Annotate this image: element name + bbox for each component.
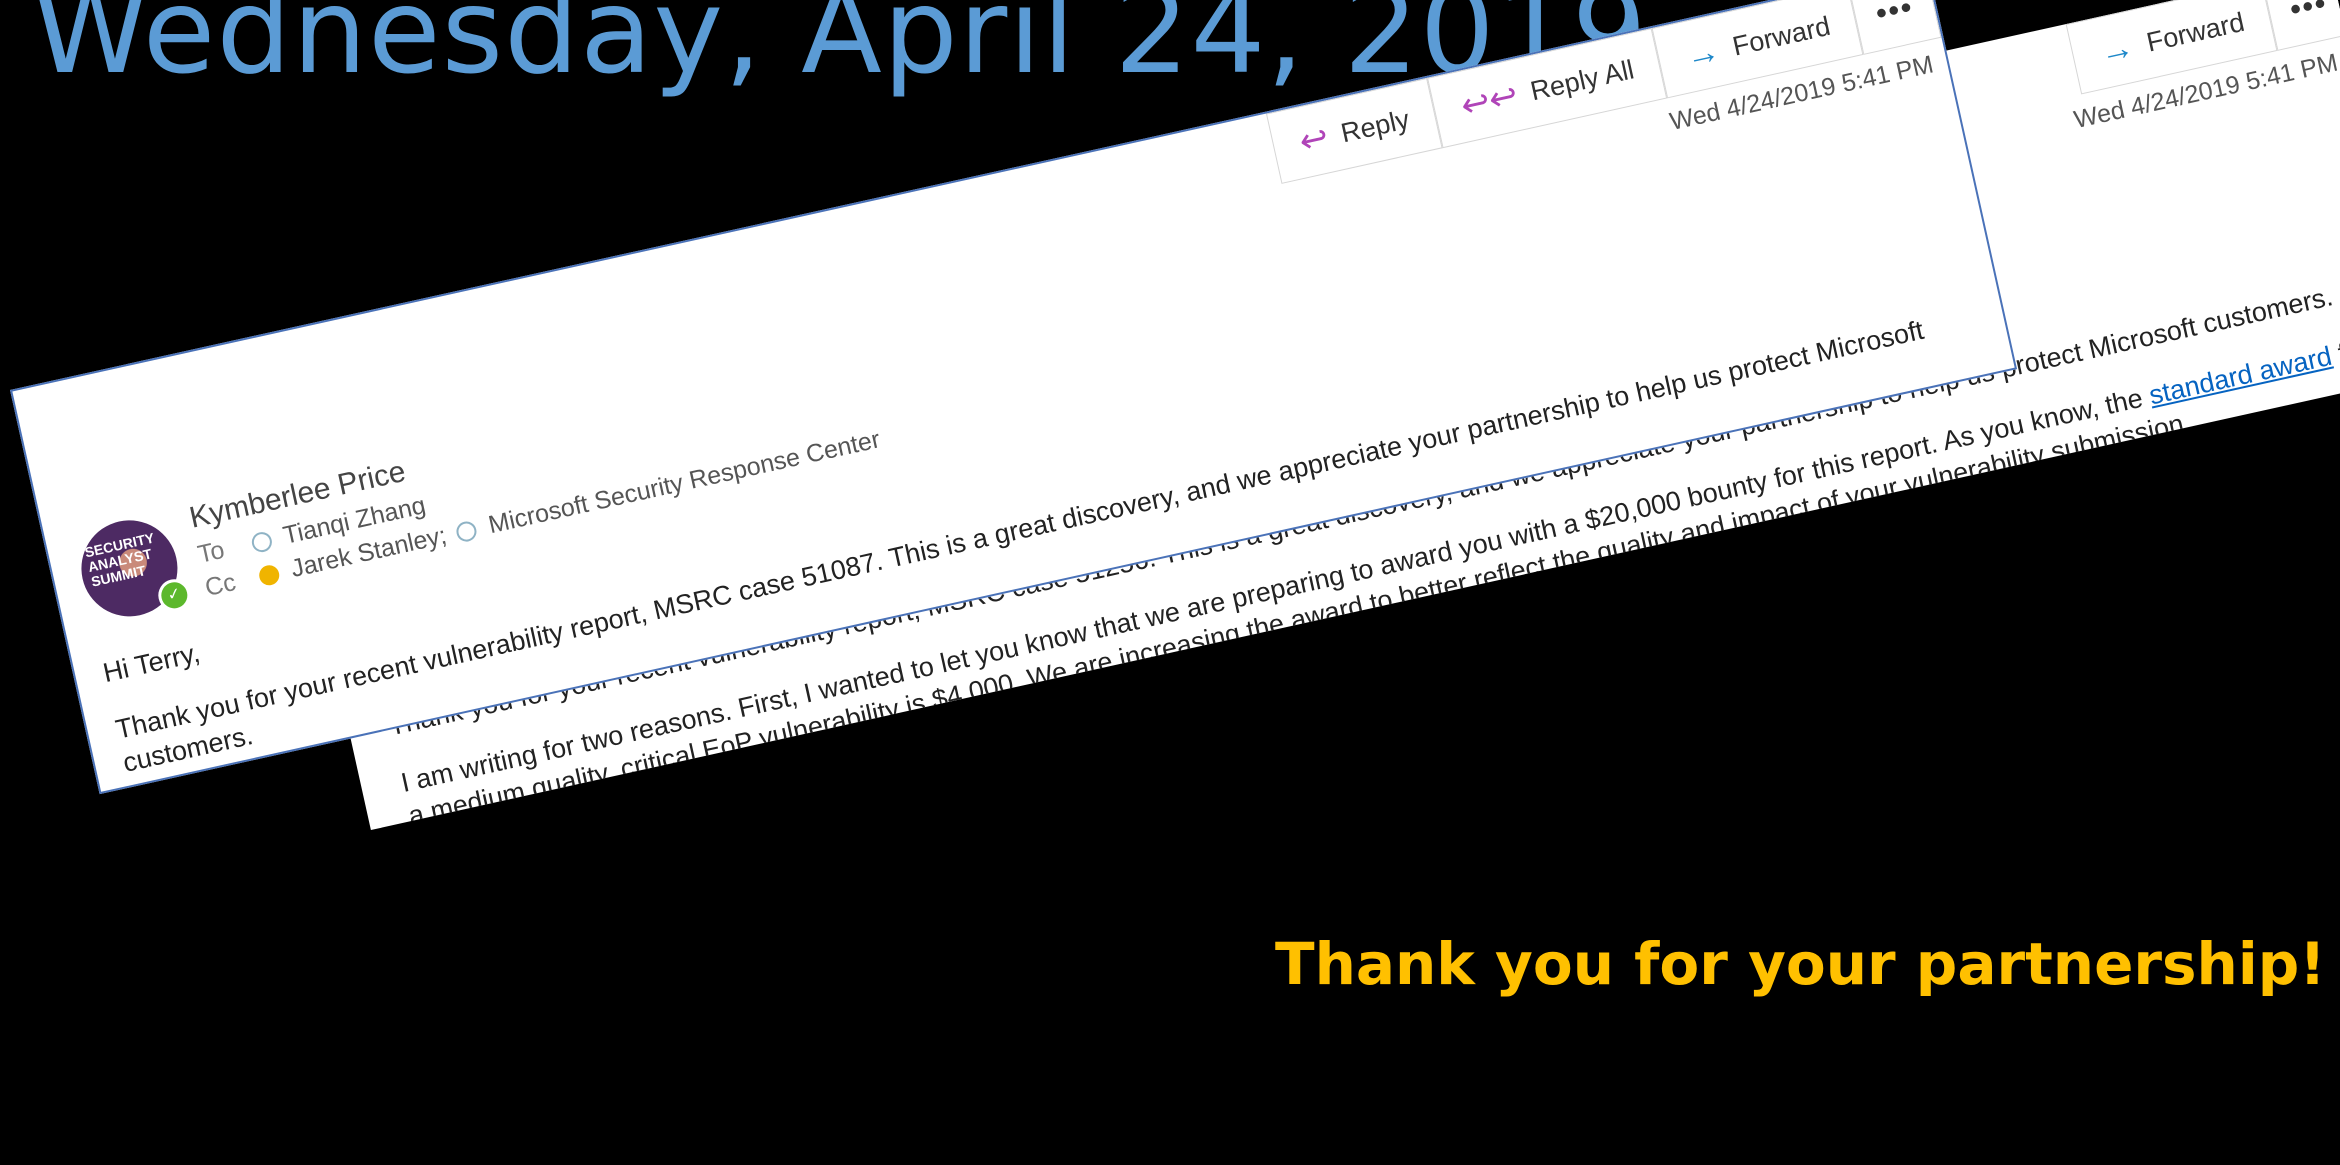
more-actions-button[interactable]: •••: [1848, 0, 1942, 55]
presence-unknown-icon: [454, 519, 479, 544]
reply-label: Reply: [1338, 103, 1413, 148]
presence-unknown-icon: [249, 530, 274, 555]
forward-icon: →: [2096, 27, 2138, 72]
standard-award-link[interactable]: standard award: [2146, 341, 2334, 411]
forward-label: Forward: [1729, 10, 1833, 62]
avatar-badge-text: SECURITY ANALYST SUMMIT: [83, 529, 156, 590]
more-icon: •••: [2286, 0, 2331, 27]
presence-away-icon: [257, 563, 282, 588]
reply-all-icon: ↩↩: [1457, 76, 1522, 126]
reply-icon: ↩: [1295, 118, 1332, 162]
reply-all-label: Reply All: [1527, 53, 1637, 106]
forward-label: Forward: [2143, 6, 2247, 58]
tagline: Thank you for your partnership!: [1275, 930, 2326, 998]
email-header: SECURITY ANALYST SUMMIT ✓ Kymberlee Pric…: [72, 425, 883, 639]
more-icon: •••: [1872, 0, 1917, 31]
forward-icon: →: [1682, 31, 1724, 76]
to-label: To: [195, 535, 228, 569]
cc-label: Cc: [202, 568, 239, 603]
